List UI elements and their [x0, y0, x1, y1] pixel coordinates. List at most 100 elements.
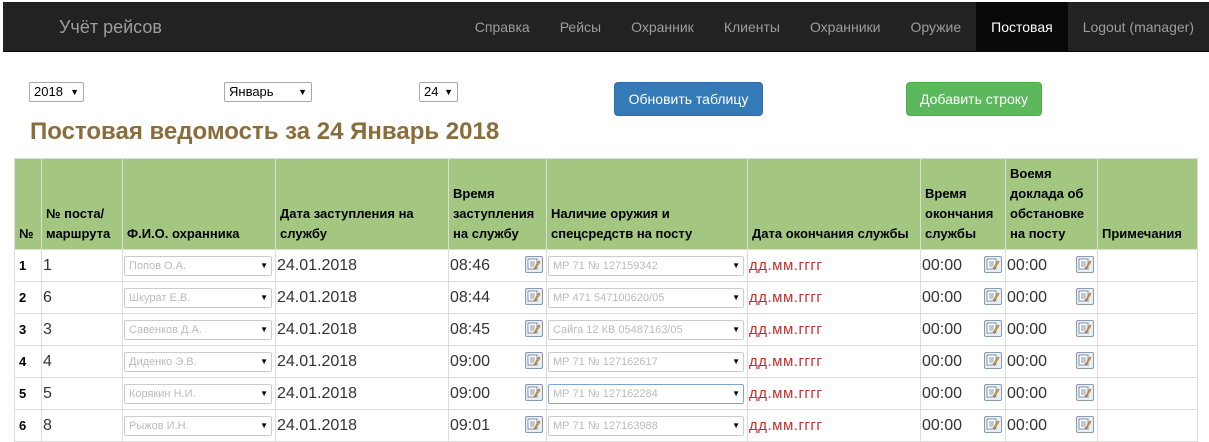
edit-note-icon[interactable]: [984, 416, 1002, 433]
nav-weapons[interactable]: Оружие: [896, 2, 977, 52]
nav-help[interactable]: Справка: [460, 2, 545, 52]
nav-trips[interactable]: Рейсы: [545, 2, 616, 52]
notes-cell[interactable]: [1097, 313, 1198, 346]
edit-note-icon[interactable]: [1076, 416, 1094, 433]
notes-cell[interactable]: [1097, 377, 1198, 410]
post-number-cell[interactable]: 3: [41, 313, 123, 346]
report-time-cell: 00:00: [1005, 377, 1098, 410]
notes-cell[interactable]: [1097, 345, 1198, 378]
edit-note-icon[interactable]: [984, 256, 1002, 273]
chevron-down-icon: ▼: [732, 324, 740, 334]
notes-cell[interactable]: [1097, 281, 1198, 314]
report-time-value[interactable]: 00:00: [1007, 417, 1047, 434]
month-value: Январь: [229, 84, 274, 99]
end-time-value[interactable]: 00:00: [922, 257, 962, 274]
post-number-cell[interactable]: 6: [41, 281, 123, 314]
start-time-cell: 09:01: [448, 409, 547, 442]
report-time-value[interactable]: 00:00: [1007, 353, 1047, 370]
edit-note-icon[interactable]: [1076, 384, 1094, 401]
notes-cell[interactable]: [1097, 409, 1198, 442]
weapon-select[interactable]: МР 71 № 127163988 ▼: [548, 415, 744, 436]
edit-note-icon[interactable]: [1076, 352, 1094, 369]
guard-select[interactable]: Савенков Д.А. ▼: [124, 319, 272, 340]
nav-guards[interactable]: Охранники: [795, 2, 896, 52]
nav-post[interactable]: Постовая: [976, 2, 1068, 52]
edit-note-icon[interactable]: [984, 288, 1002, 305]
add-row-button[interactable]: Добавить строку: [906, 82, 1042, 116]
edit-note-icon[interactable]: [525, 256, 543, 273]
end-time-value[interactable]: 00:00: [922, 353, 962, 370]
weapon-select[interactable]: МР 471 547100620/05 ▼: [548, 287, 744, 308]
app-brand[interactable]: Учёт рейсов: [59, 17, 162, 38]
guard-select[interactable]: Диденко Э.В. ▼: [124, 351, 272, 372]
end-date-cell[interactable]: дд.мм.гггг: [747, 249, 921, 282]
end-date-cell[interactable]: дд.мм.гггг: [747, 409, 921, 442]
end-time-value[interactable]: 00:00: [922, 289, 962, 306]
start-time-value[interactable]: 09:01: [450, 417, 490, 434]
edit-note-icon[interactable]: [984, 352, 1002, 369]
notes-cell[interactable]: [1097, 249, 1198, 282]
weapon-select[interactable]: МР 71 № 127162617 ▼: [548, 351, 744, 372]
end-date-cell[interactable]: дд.мм.гггг: [747, 281, 921, 314]
report-time-value[interactable]: 00:00: [1007, 385, 1047, 402]
post-number-cell[interactable]: 8: [41, 409, 123, 442]
start-time-value[interactable]: 09:00: [450, 353, 490, 370]
start-date-cell[interactable]: 24.01.2018: [275, 377, 449, 410]
post-number-cell[interactable]: 5: [41, 377, 123, 410]
end-time-value[interactable]: 00:00: [922, 417, 962, 434]
guard-select[interactable]: Корякин Н.И. ▼: [124, 383, 272, 404]
row-number: 1: [14, 249, 42, 282]
weapon-select[interactable]: Сайга 12 КВ 05487163/05 ▼: [548, 319, 744, 340]
weapon-value: МР 71 № 127159342: [553, 259, 658, 272]
guard-cell: Шкурат Е.В. ▼: [122, 281, 276, 314]
edit-note-icon[interactable]: [1076, 256, 1094, 273]
end-time-value[interactable]: 00:00: [922, 385, 962, 402]
edit-note-icon[interactable]: [525, 288, 543, 305]
nav-clients[interactable]: Клиенты: [709, 2, 795, 52]
top-navbar: Учёт рейсов Справка Рейсы Охранник Клиен…: [3, 2, 1209, 52]
guard-select[interactable]: Попов О.А. ▼: [124, 255, 272, 276]
end-date-cell[interactable]: дд.мм.гггг: [747, 313, 921, 346]
end-date-cell[interactable]: дд.мм.гггг: [747, 377, 921, 410]
chevron-down-icon: ▼: [260, 260, 268, 270]
table-header-row: № № поста/ маршрута Ф.И.О. охранника Дат…: [14, 158, 1198, 250]
start-date-cell[interactable]: 24.01.2018: [275, 249, 449, 282]
report-time-value[interactable]: 00:00: [1007, 321, 1047, 338]
start-date-cell[interactable]: 24.01.2018: [275, 313, 449, 346]
weapon-select[interactable]: МР 71 № 127162284 ▼: [548, 383, 744, 404]
start-time-cell: 08:44: [448, 281, 547, 314]
year-select[interactable]: 2018 ▼: [29, 82, 84, 102]
month-select[interactable]: Январь ▼: [224, 82, 312, 102]
nav-logout[interactable]: Logout (manager): [1068, 2, 1209, 52]
edit-note-icon[interactable]: [1076, 288, 1094, 305]
post-number-cell[interactable]: 1: [41, 249, 123, 282]
guard-select[interactable]: Шкурат Е.В. ▼: [124, 287, 272, 308]
edit-note-icon[interactable]: [1076, 320, 1094, 337]
weapon-select[interactable]: МР 71 № 127159342 ▼: [548, 255, 744, 276]
end-time-value[interactable]: 00:00: [922, 321, 962, 338]
start-time-value[interactable]: 08:44: [450, 289, 490, 306]
edit-note-icon[interactable]: [984, 320, 1002, 337]
weapon-value: МР 71 № 127162617: [553, 355, 658, 368]
refresh-table-button[interactable]: Обновить таблицу: [614, 82, 763, 116]
start-date-cell[interactable]: 24.01.2018: [275, 345, 449, 378]
start-date-cell[interactable]: 24.01.2018: [275, 409, 449, 442]
start-time-value[interactable]: 08:46: [450, 257, 490, 274]
table-row: 3 3 Савенков Д.А. ▼ 24.01.2018 08:45 Сайга 12 …: [14, 313, 1198, 346]
report-time-value[interactable]: 00:00: [1007, 289, 1047, 306]
edit-note-icon[interactable]: [525, 320, 543, 337]
end-date-cell[interactable]: дд.мм.гггг: [747, 345, 921, 378]
day-select[interactable]: 24 ▼: [419, 82, 458, 102]
weapon-cell: МР 71 № 127163988 ▼: [546, 409, 748, 442]
edit-note-icon[interactable]: [525, 352, 543, 369]
report-time-value[interactable]: 00:00: [1007, 257, 1047, 274]
edit-note-icon[interactable]: [525, 416, 543, 433]
post-number-cell[interactable]: 4: [41, 345, 123, 378]
edit-note-icon[interactable]: [525, 384, 543, 401]
guard-select[interactable]: Рыжов И.Н. ▼: [124, 415, 272, 436]
start-time-value[interactable]: 09:00: [450, 385, 490, 402]
nav-guard[interactable]: Охранник: [616, 2, 709, 52]
edit-note-icon[interactable]: [984, 384, 1002, 401]
start-date-cell[interactable]: 24.01.2018: [275, 281, 449, 314]
start-time-value[interactable]: 08:45: [450, 321, 490, 338]
